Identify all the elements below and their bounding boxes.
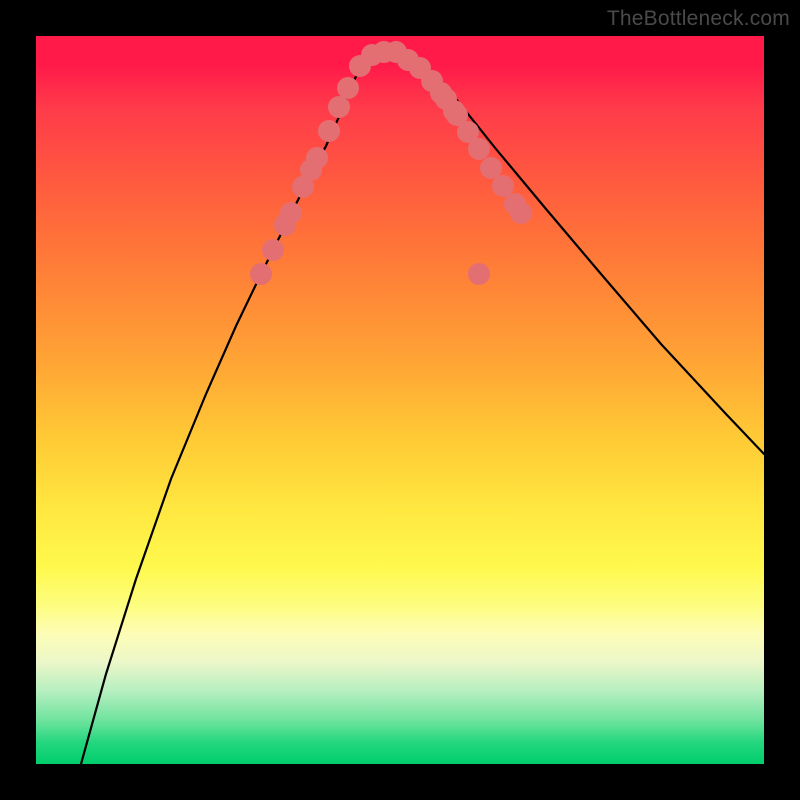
highlight-dot [468,263,490,285]
highlight-dot [280,202,302,224]
highlight-dot [492,175,514,197]
watermark-text: TheBottleneck.com [607,7,790,31]
plot-area [36,36,764,764]
highlight-dot [250,263,272,285]
curve-layer [36,36,764,764]
highlight-dot [318,120,340,142]
highlight-dot [328,96,350,118]
highlight-dot [262,239,284,261]
highlight-dot [510,202,532,224]
highlight-dot [480,157,502,179]
highlight-dot [337,77,359,99]
highlight-dot [468,138,490,160]
chart-stage: TheBottleneck.com [0,0,800,800]
highlight-dots [250,41,532,285]
bottleneck-curve [81,52,764,764]
highlight-dot [306,147,328,169]
